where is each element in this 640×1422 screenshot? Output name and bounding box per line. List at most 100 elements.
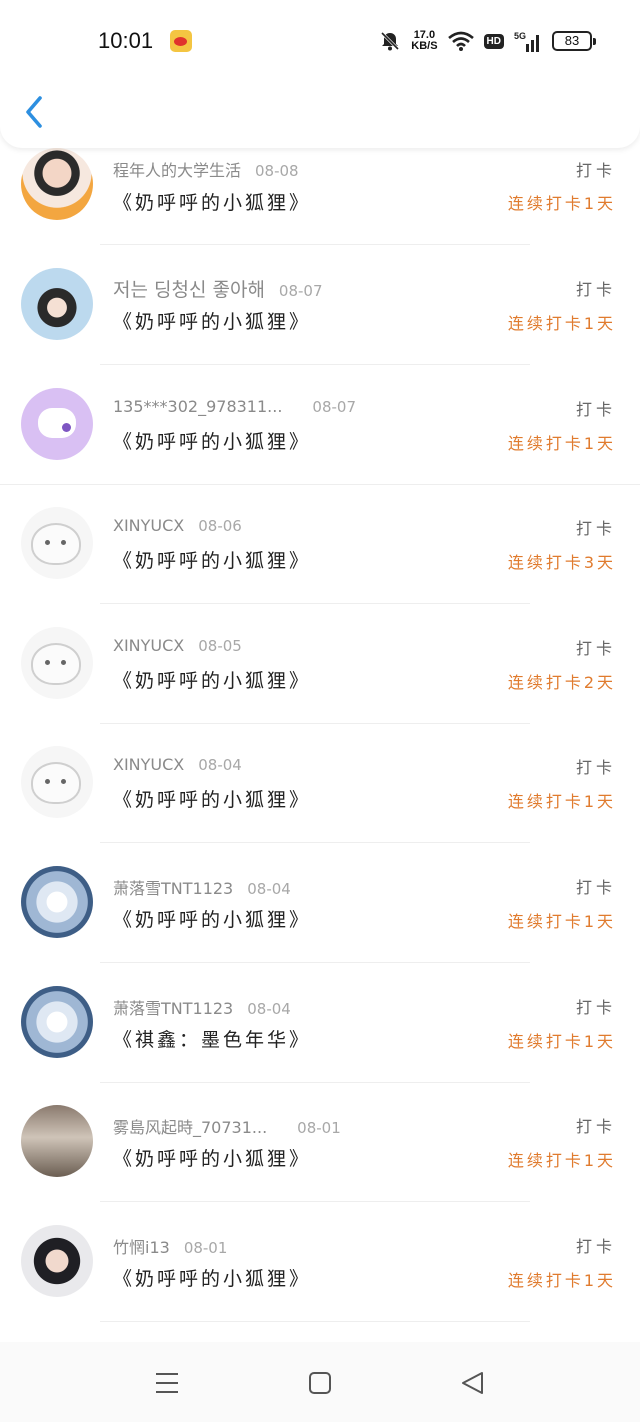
user-meta: 저는 딩청신 좋아해 08-07 — [113, 275, 323, 302]
list-item[interactable]: 萧落雪TNT1123 08-04 《奶呼呼的小狐狸》 打卡 连续打卡1天 — [0, 843, 640, 963]
checkin-label: 打卡 — [575, 519, 616, 539]
list-item[interactable]: XINYUCX 08-05 《奶呼呼的小狐狸》 打卡 连续打卡2天 — [0, 604, 640, 724]
checkin-label: 打卡 — [575, 1117, 616, 1137]
status-time: 10:01 — [98, 28, 154, 53]
cat-face-icon — [31, 642, 81, 685]
user-meta: 萧落雪TNT1123 08-04 — [113, 875, 291, 899]
entry-date: 08-08 — [255, 162, 299, 180]
book-title[interactable]: 《奶呼呼的小狐狸》 — [113, 307, 311, 334]
streak-text: 连续打卡2天 — [507, 672, 616, 692]
checkin-label: 打卡 — [575, 638, 616, 658]
entry-date: 08-04 — [247, 999, 291, 1018]
user-meta: 雾島风起時_70731... 08-01 — [113, 1114, 341, 1138]
avatar[interactable] — [21, 985, 93, 1058]
book-title[interactable]: 《奶呼呼的小狐狸》 — [113, 785, 311, 812]
avatar[interactable] — [21, 746, 93, 819]
streak-text: 连续打卡3天 — [507, 553, 616, 573]
streak-text: 连续打卡1天 — [507, 314, 616, 333]
user-name[interactable]: 雾島风起時_70731... — [113, 1118, 267, 1137]
menu-icon[interactable] — [154, 1370, 180, 1396]
entry-date: 08-04 — [198, 756, 242, 775]
streak-text: 连续打卡1天 — [507, 912, 616, 931]
signal-label: 5G — [514, 31, 526, 41]
avatar[interactable] — [21, 148, 93, 220]
entry-date: 08-07 — [312, 397, 357, 416]
list-item[interactable]: 萧落雪TNT1123 08-04 《祺鑫：墨色年华》 打卡 连续打卡1天 — [0, 963, 640, 1083]
bell-mute-icon — [381, 31, 400, 51]
avatar[interactable] — [21, 1105, 93, 1178]
chat-dot — [62, 422, 71, 432]
back-button[interactable] — [18, 92, 50, 132]
chat-bubble-icon — [38, 407, 76, 438]
streak-text: 连续打卡1天 — [507, 792, 616, 812]
checkin-label: 打卡 — [575, 161, 616, 180]
avatar[interactable] — [21, 268, 93, 340]
avatar[interactable] — [21, 387, 93, 460]
entry-date: 08-04 — [247, 880, 291, 898]
cat-eye — [45, 659, 50, 665]
user-name[interactable]: XINYUCX — [113, 636, 184, 655]
book-title[interactable]: 《奶呼呼的小狐狸》 — [113, 666, 311, 693]
wifi-icon — [447, 31, 474, 51]
cat-face-icon — [31, 762, 81, 805]
user-meta: XINYUCX 08-05 — [113, 636, 242, 655]
book-title[interactable]: 《奶呼呼的小狐狸》 — [113, 1264, 311, 1291]
list-item[interactable]: 雾島风起時_70731... 08-01 《奶呼呼的小狐狸》 打卡 连续打卡1天 — [0, 1082, 640, 1203]
checkin-label: 打卡 — [575, 758, 616, 778]
user-meta: 程年人的大学生活 08-08 — [113, 157, 299, 181]
checkin-label: 打卡 — [575, 997, 616, 1017]
book-title[interactable]: 《奶呼呼的小狐狸》 — [113, 188, 311, 215]
streak-text: 连续打卡1天 — [507, 194, 616, 213]
streak-text: 连续打卡1天 — [507, 433, 616, 453]
entry-date: 08-07 — [278, 282, 323, 300]
book-title[interactable]: 《祺鑫：墨色年华》 — [113, 1025, 311, 1052]
list-item[interactable]: 저는 딩청신 좋아해 08-07 《奶呼呼的小狐狸》 打卡 连续打卡1天 — [0, 245, 640, 365]
checkin-label: 打卡 — [575, 878, 616, 897]
user-name[interactable]: 저는 딩청신 좋아해 — [113, 279, 265, 301]
entry-date: 08-01 — [297, 1119, 341, 1138]
book-title[interactable]: 《奶呼呼的小狐狸》 — [113, 1144, 311, 1171]
streak-text: 连续打卡1天 — [507, 1151, 616, 1171]
checkin-label: 打卡 — [575, 399, 616, 419]
weibo-notification-icon — [170, 30, 192, 52]
user-name[interactable]: XINYUCX — [113, 755, 184, 774]
streak-text: 连续打卡1天 — [507, 1031, 616, 1051]
book-title[interactable]: 《奶呼呼的小狐狸》 — [113, 905, 311, 932]
user-meta: XINYUCX 08-04 — [113, 755, 242, 774]
avatar[interactable] — [21, 1224, 93, 1297]
list-item[interactable]: XINYUCX 08-04 《奶呼呼的小狐狸》 打卡 连续打卡1天 — [0, 723, 640, 844]
network-speed-unit: KB/S — [411, 40, 438, 52]
list-item[interactable]: XINYUCX 08-06 《奶呼呼的小狐狸》 打卡 连续打卡3天 — [0, 484, 640, 605]
streak-text: 连续打卡1天 — [507, 1270, 616, 1290]
top-header: 10:01 17.0 KB/S HD 5G 83 — [0, 0, 640, 148]
user-name[interactable]: 萧落雪TNT1123 — [113, 999, 233, 1018]
entry-date: 08-01 — [183, 1238, 228, 1257]
back-triangle-icon[interactable] — [460, 1370, 486, 1396]
checkin-label: 打卡 — [575, 280, 616, 299]
avatar[interactable] — [21, 507, 93, 580]
list-item[interactable]: 135***302_978311... 08-07 《奶呼呼的小狐狸》 打卡 连续… — [0, 365, 640, 485]
list-item[interactable]: 竹惘i13 08-01 《奶呼呼的小狐狸》 打卡 连续打卡1天 — [0, 1202, 640, 1322]
battery-icon: 83 — [552, 31, 596, 51]
user-name[interactable]: 萧落雪TNT1123 — [113, 879, 233, 898]
status-icons: 17.0 KB/S HD 5G 83 — [379, 26, 596, 56]
hd-badge: HD — [483, 33, 504, 49]
user-name[interactable]: 竹惘i13 — [113, 1238, 170, 1257]
cat-face-icon — [31, 523, 81, 566]
checkin-label: 打卡 — [575, 1236, 616, 1256]
home-square-icon[interactable] — [307, 1370, 333, 1396]
divider — [100, 1320, 530, 1322]
cat-eye — [61, 659, 66, 665]
entry-date: 08-06 — [198, 517, 242, 536]
avatar[interactable] — [21, 866, 93, 938]
user-name[interactable]: 135***302_978311... — [113, 397, 282, 416]
user-meta: 竹惘i13 08-01 — [113, 1234, 227, 1258]
user-meta: 135***302_978311... 08-07 — [113, 397, 356, 416]
status-bar: 10:01 17.0 KB/S HD 5G 83 — [0, 18, 640, 64]
user-name[interactable]: XINYUCX — [113, 516, 184, 535]
avatar[interactable] — [21, 626, 93, 699]
book-title[interactable]: 《奶呼呼的小狐狸》 — [113, 427, 311, 454]
book-title[interactable]: 《奶呼呼的小狐狸》 — [113, 546, 311, 573]
user-name[interactable]: 程年人的大学生活 — [113, 161, 241, 180]
user-meta: 萧落雪TNT1123 08-04 — [113, 995, 291, 1019]
